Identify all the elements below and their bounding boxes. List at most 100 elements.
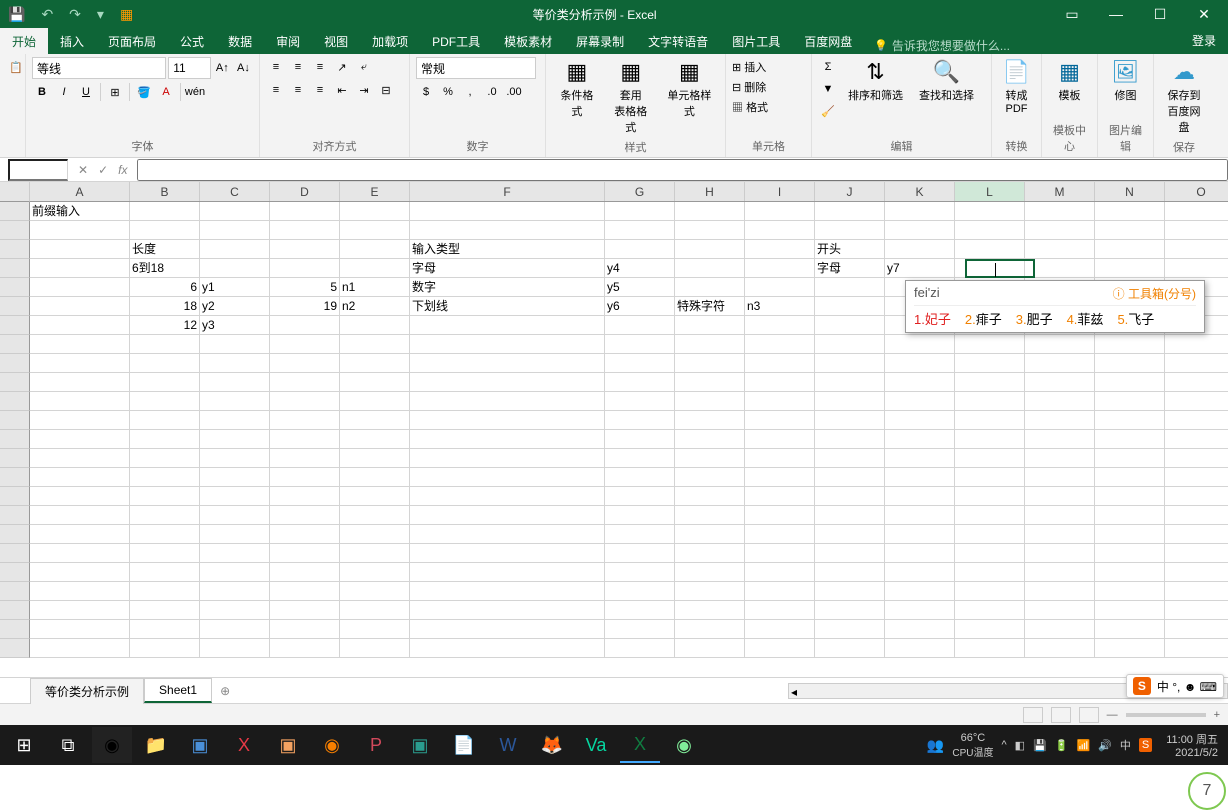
cell[interactable] <box>130 373 200 392</box>
tray-ime-icon[interactable]: 中 <box>1120 737 1131 753</box>
font-size-select[interactable]: 11 <box>168 57 211 79</box>
cell[interactable] <box>955 601 1025 620</box>
cell[interactable] <box>30 449 130 468</box>
cell[interactable] <box>340 620 410 639</box>
cell[interactable] <box>30 468 130 487</box>
currency-icon[interactable]: $ <box>416 82 436 102</box>
cell[interactable] <box>340 468 410 487</box>
tab-home[interactable]: 开始 <box>0 28 48 54</box>
taskbar-app[interactable]: Va <box>576 727 616 763</box>
ime-candidate[interactable]: 3.肥子 <box>1016 309 1053 328</box>
cell[interactable] <box>130 354 200 373</box>
cell[interactable] <box>675 620 745 639</box>
cell[interactable] <box>815 392 885 411</box>
cell[interactable]: 长度 <box>130 240 200 259</box>
cell[interactable] <box>605 525 675 544</box>
cell[interactable] <box>1165 582 1228 601</box>
cell[interactable] <box>130 202 200 221</box>
cell[interactable] <box>675 240 745 259</box>
cell[interactable] <box>410 620 605 639</box>
cell[interactable] <box>340 601 410 620</box>
cell[interactable] <box>1165 354 1228 373</box>
ime-toolbox-link[interactable]: ⓘ 工具箱(分号) <box>1113 285 1196 302</box>
cell[interactable] <box>1025 202 1095 221</box>
cell[interactable] <box>200 430 270 449</box>
zoom-in-icon[interactable]: + <box>1214 709 1220 721</box>
cell[interactable] <box>815 639 885 658</box>
cell[interactable] <box>605 411 675 430</box>
cell[interactable] <box>745 544 815 563</box>
tab-data[interactable]: 数据 <box>216 28 264 54</box>
cell[interactable] <box>200 487 270 506</box>
cell[interactable] <box>605 544 675 563</box>
cell[interactable] <box>1025 373 1095 392</box>
cell[interactable] <box>270 221 340 240</box>
cell[interactable] <box>885 202 955 221</box>
cell[interactable] <box>675 373 745 392</box>
cell[interactable]: 6到18 <box>130 259 200 278</box>
cell[interactable] <box>200 240 270 259</box>
ime-candidate[interactable]: 5.飞子 <box>1117 309 1154 328</box>
cell[interactable] <box>270 373 340 392</box>
cell[interactable] <box>130 601 200 620</box>
cell[interactable] <box>815 430 885 449</box>
cell[interactable] <box>1025 392 1095 411</box>
cell[interactable] <box>270 259 340 278</box>
cell[interactable] <box>675 468 745 487</box>
cell[interactable] <box>270 620 340 639</box>
cell[interactable] <box>30 487 130 506</box>
cell[interactable] <box>340 506 410 525</box>
col-C[interactable]: C <box>200 182 270 201</box>
font-color-icon[interactable]: A <box>156 82 176 102</box>
cell[interactable] <box>1025 601 1095 620</box>
cell[interactable] <box>30 354 130 373</box>
cell[interactable]: y4 <box>605 259 675 278</box>
cell[interactable] <box>1025 221 1095 240</box>
cell[interactable] <box>745 278 815 297</box>
cell[interactable] <box>675 563 745 582</box>
cell[interactable] <box>1095 354 1165 373</box>
cell[interactable] <box>340 487 410 506</box>
tab-template[interactable]: 模板素材 <box>492 28 564 54</box>
taskbar-powerpoint[interactable]: P <box>356 727 396 763</box>
baidu-save-button[interactable]: ☁保存到 百度网盘 <box>1160 57 1208 137</box>
tab-addin[interactable]: 加载项 <box>360 28 420 54</box>
taskbar-app[interactable]: ◉ <box>664 727 704 763</box>
cell[interactable] <box>30 411 130 430</box>
cell[interactable] <box>745 449 815 468</box>
col-J[interactable]: J <box>815 182 885 201</box>
cell[interactable] <box>1165 620 1228 639</box>
cell[interactable] <box>270 563 340 582</box>
cell[interactable] <box>815 297 885 316</box>
cell[interactable] <box>1095 487 1165 506</box>
cell[interactable] <box>1095 639 1165 658</box>
addin-icon[interactable]: ▦ <box>116 6 137 23</box>
cell[interactable] <box>815 620 885 639</box>
fx-icon[interactable]: fx <box>118 163 127 177</box>
cell[interactable] <box>340 354 410 373</box>
cell[interactable] <box>885 335 955 354</box>
view-layout-icon[interactable] <box>1051 707 1071 723</box>
cell[interactable] <box>340 335 410 354</box>
bold-button[interactable]: B <box>32 82 52 102</box>
column-headers[interactable]: A B C D E F G H I J K L M N O <box>30 182 1228 202</box>
cell[interactable] <box>745 620 815 639</box>
wrap-text-icon[interactable]: ⤶ <box>354 57 374 77</box>
cell[interactable] <box>1025 354 1095 373</box>
cell[interactable] <box>270 639 340 658</box>
cell[interactable] <box>675 221 745 240</box>
cell[interactable] <box>1095 373 1165 392</box>
cell[interactable]: 输入类型 <box>410 240 605 259</box>
close-icon[interactable]: ✕ <box>1184 0 1224 28</box>
cell[interactable] <box>410 506 605 525</box>
cell[interactable] <box>745 582 815 601</box>
cell[interactable] <box>1025 544 1095 563</box>
minimize-icon[interactable]: — <box>1096 0 1136 28</box>
cell[interactable] <box>340 544 410 563</box>
taskbar-clock[interactable]: 11:00 周五 2021/5/2 <box>1160 731 1224 759</box>
cell[interactable] <box>675 392 745 411</box>
cell[interactable] <box>410 392 605 411</box>
taskbar-word[interactable]: W <box>488 727 528 763</box>
cell[interactable]: 字母 <box>815 259 885 278</box>
cell[interactable] <box>1095 582 1165 601</box>
